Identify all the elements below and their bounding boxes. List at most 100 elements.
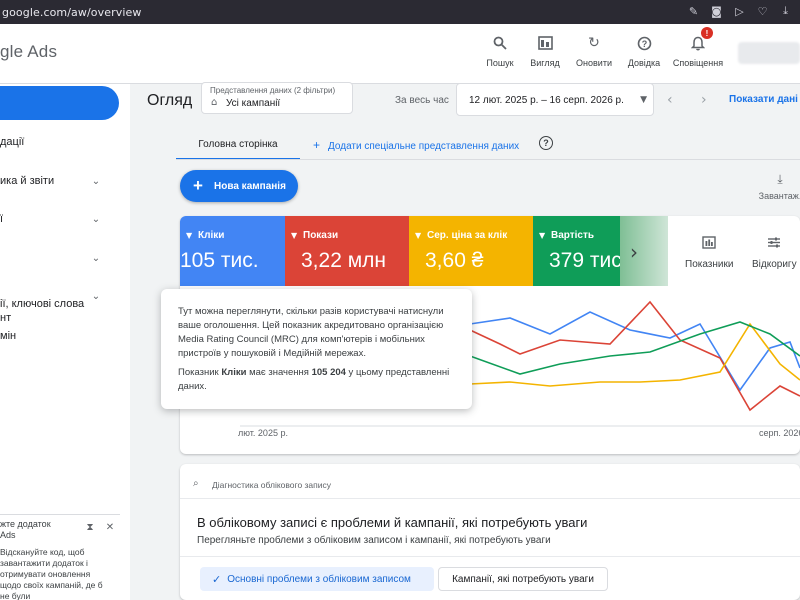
data-view-value: Усі кампанії — [226, 98, 281, 109]
download-label: Завантаж. — [758, 191, 800, 201]
metric-name: Вартість — [551, 230, 595, 241]
adjust-button[interactable]: Відкоригу — [752, 236, 797, 270]
camera-icon[interactable]: ◙ — [710, 4, 723, 18]
metrics-button[interactable]: Показники — [685, 236, 733, 270]
tab-home-label: Головна сторінка — [198, 138, 278, 150]
metric-value: 379 тис. ₴ — [549, 249, 621, 272]
notification-badge: ! — [701, 27, 713, 39]
tooltip-mid: має значення — [246, 367, 312, 378]
diagnostics-search-icon: ⌕ — [193, 478, 199, 489]
search-label: Пошук — [486, 58, 514, 68]
data-view-selector[interactable]: Представлення даних (2 фільтри) ⌂ Усі ка… — [201, 82, 353, 114]
send-icon[interactable]: ▷ — [733, 4, 746, 18]
diagnostics-subtitle: Перегляньте проблеми з обліковим записом… — [197, 535, 551, 546]
metric-tooltip: Тут можна переглянути, скільки разів кор… — [161, 289, 472, 409]
tab-add-custom-view[interactable]: + Додати спеціальне представлення даних — [313, 138, 519, 152]
metric-name: Сер. ціна за клік — [427, 230, 508, 241]
metrics-label: Показники — [685, 259, 734, 270]
tab-add-label: Додати спеціальне представлення даних — [328, 141, 520, 152]
new-campaign-label: Нова кампанія — [214, 180, 286, 192]
chevron-down-icon[interactable]: ⌄ — [90, 252, 102, 264]
chip-label: Основні проблеми з обліковим записом — [227, 573, 411, 585]
metric-cost[interactable]: ▼ Вартість 379 тис. ₴ — [533, 216, 621, 286]
metrics-overflow-fade — [620, 216, 668, 286]
heart-icon[interactable]: ♡ — [756, 4, 769, 18]
app-header: gle Ads Пошук Вигляд ↻ Оновити ? Довідка… — [0, 24, 800, 84]
hourglass-icon: ⧗ — [86, 521, 94, 533]
chevron-left-icon[interactable]: ‹ — [667, 92, 673, 108]
promo-body: Відскануйте код, щоб завантажити додаток… — [0, 547, 103, 600]
cpc-line — [469, 322, 800, 387]
tab-home[interactable]: Головна сторінка — [176, 130, 300, 160]
chevron-right-icon[interactable]: › — [630, 240, 638, 264]
check-icon: ✓ — [212, 572, 222, 586]
close-icon[interactable]: ✕ — [104, 521, 116, 533]
caret-down-icon: ▼ — [539, 231, 546, 240]
chip-campaigns-attention[interactable]: Кампанії, які потребують уваги — [438, 567, 608, 591]
chip-account-issues[interactable]: ✓ Основні проблеми з обліковим записом — [200, 567, 434, 591]
sidebar-item-recommendations[interactable]: дації — [0, 135, 110, 149]
tooltip-value: 105 204 — [311, 367, 346, 378]
edit-icon[interactable]: ✎ — [687, 4, 700, 18]
account-switcher[interactable] — [738, 42, 800, 64]
plus-icon: + — [313, 138, 321, 152]
tooltip-value-text: Показник Кліки має значення 105 204 у ць… — [178, 366, 456, 394]
tooltip-description: Тут можна переглянути, скільки разів кор… — [178, 306, 444, 359]
promo-title: жте додаток Ads — [0, 519, 51, 540]
help-label: Довідка — [627, 58, 661, 68]
notifications-tool[interactable]: ! Сповіщення — [672, 27, 724, 68]
divider — [180, 498, 800, 499]
bell-icon: ! — [689, 27, 713, 52]
search-icon — [491, 34, 509, 52]
help-tool[interactable]: ? Довідка — [618, 34, 670, 68]
app-promo: жте додаток Ads ⧗ ✕ Відскануйте код, щоб… — [0, 514, 120, 600]
metric-avg-cpc[interactable]: ▼ Сер. ціна за клік 3,60 ₴ — [409, 216, 533, 286]
download-icon[interactable]: ⤓ — [779, 4, 792, 18]
new-campaign-button[interactable]: + Нова кампанія — [180, 170, 298, 202]
metric-value: 105 тис. — [180, 249, 259, 272]
metric-impressions[interactable]: ▼ Покази 3,22 млн — [285, 216, 409, 286]
tabs-divider — [176, 159, 800, 160]
view-tool[interactable]: Вигляд — [519, 34, 571, 68]
show-data-link[interactable]: Показати дані з — [729, 94, 800, 105]
impressions-line — [469, 300, 800, 412]
tooltip-prefix: Показник — [178, 367, 222, 378]
axis-start-label: лют. 2025 р. — [238, 428, 288, 438]
chevron-right-icon[interactable]: › — [701, 92, 707, 108]
metric-name: Покази — [303, 230, 339, 241]
caret-down-icon: ▼ — [291, 231, 298, 240]
help-icon[interactable]: ? — [539, 136, 553, 150]
adjust-label: Відкоригу — [752, 259, 797, 270]
metric-name: Кліки — [198, 230, 225, 241]
chevron-down-icon[interactable]: ⌄ — [90, 175, 102, 187]
download-icon: ⤓ — [777, 172, 783, 186]
refresh-tool[interactable]: ↻ Оновити — [568, 34, 620, 68]
period-label: За весь час — [395, 95, 449, 106]
sidebar-item-label: дації — [0, 136, 25, 148]
download-button[interactable]: ⤓ Завантаж. — [758, 172, 800, 201]
view-icon — [536, 34, 554, 52]
metric-value: 3,60 ₴ — [425, 249, 484, 272]
date-range-picker[interactable]: 12 лют. 2025 р. – 16 серп. 2026 р. ▼ — [456, 83, 654, 116]
refresh-icon: ↻ — [588, 35, 600, 51]
sidebar-item-admin[interactable]: мін — [0, 329, 110, 343]
metric-clicks[interactable]: ▼ Кліки 105 тис. — [180, 216, 285, 286]
adjust-icon — [767, 236, 781, 253]
chevron-down-icon[interactable]: ⌄ — [90, 290, 102, 302]
tooltip-metric: Кліки — [221, 367, 247, 378]
svg-text:?: ? — [641, 39, 647, 49]
plus-icon: + — [193, 176, 203, 195]
home-icon: ⌂ — [211, 97, 218, 108]
metric-value: 3,22 млн — [301, 249, 386, 272]
refresh-label: Оновити — [576, 58, 612, 68]
create-button[interactable] — [0, 86, 119, 120]
help-icon: ? — [635, 34, 653, 52]
data-view-caption: Представлення даних (2 фільтри) — [210, 86, 336, 95]
notifications-label: Сповіщення — [672, 58, 724, 68]
url-bar[interactable]: google.com/aw/overview — [0, 6, 141, 19]
view-label: Вигляд — [530, 58, 560, 68]
dropdown-arrow-icon: ▼ — [640, 95, 647, 105]
caret-down-icon: ▼ — [415, 231, 422, 240]
chevron-down-icon[interactable]: ⌄ — [90, 213, 102, 225]
chip-label: Кампанії, які потребують уваги — [452, 573, 594, 585]
